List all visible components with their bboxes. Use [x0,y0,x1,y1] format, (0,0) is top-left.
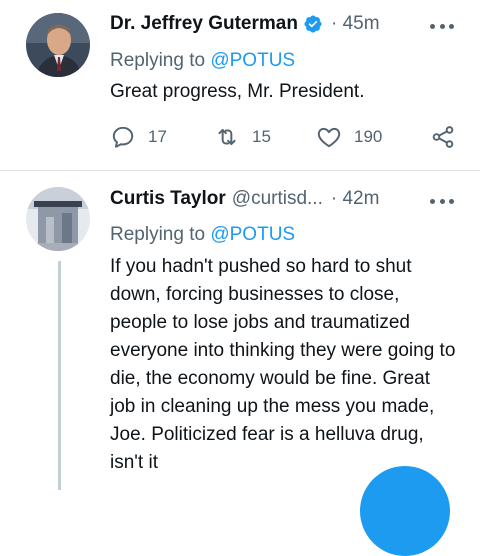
reply-count: 17 [148,127,167,146]
reply-icon [112,126,134,148]
tweet-header: Curtis Taylor @curtisd... · 42m [110,186,379,212]
tweet-text: If you hadn't pushed so hard to shut dow… [110,256,456,473]
like-count: 190 [354,127,383,146]
replying-mention[interactable]: @POTUS [210,50,295,71]
compose-button[interactable] [360,466,450,556]
retweet-button[interactable]: 15 [214,122,271,152]
tweet-guterman[interactable]: Dr. Jeffrey Guterman · 45m Replying to @… [0,0,480,170]
author-name[interactable]: Curtis Taylor [110,188,226,210]
heart-icon [317,127,341,148]
replying-label: Replying to [110,224,211,245]
replying-to: Replying to @POTUS [110,224,295,246]
avatar-guterman[interactable] [26,13,90,77]
retweet-count: 15 [252,127,271,146]
thread-line [58,261,61,490]
tweet-text: Great progress, Mr. President. [110,81,365,102]
share-button[interactable] [430,122,456,152]
tweet-time[interactable]: · 42m [331,188,380,210]
tweet-actions: 17 15 190 [110,122,460,152]
share-icon [432,126,454,148]
replying-to: Replying to @POTUS [110,50,295,72]
author-handle[interactable]: @curtisd... [232,188,323,210]
retweet-icon [218,128,236,146]
verified-badge-icon [303,14,323,34]
author-name[interactable]: Dr. Jeffrey Guterman [110,13,298,35]
reply-button[interactable]: 17 [110,122,167,152]
more-icon[interactable] [430,197,454,205]
tweet-time[interactable]: · 45m [331,13,380,35]
avatar-taylor[interactable] [26,187,90,251]
tweet-header: Dr. Jeffrey Guterman · 45m [110,11,380,37]
replying-mention[interactable]: @POTUS [210,224,295,245]
like-button[interactable]: 190 [316,122,382,152]
tweet-taylor[interactable]: Curtis Taylor @curtisd... · 42m Replying… [0,171,480,490]
more-icon[interactable] [430,22,454,30]
replying-label: Replying to [110,50,211,71]
